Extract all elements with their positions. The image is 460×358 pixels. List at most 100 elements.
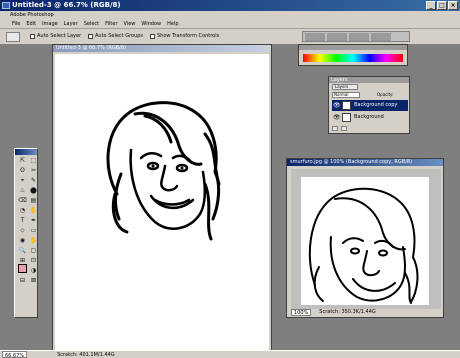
secondary-document-title: smurfuro.jpg @ 100% (Background copy, RG… bbox=[287, 159, 443, 166]
show-transform-controls-label: Show Transform Controls bbox=[157, 33, 220, 39]
hair-left-strand bbox=[113, 172, 123, 221]
palette-well bbox=[302, 31, 410, 42]
tool-button[interactable]: ✋ bbox=[29, 207, 38, 215]
photoshop-app-icon bbox=[2, 2, 10, 9]
tool-button[interactable]: T bbox=[18, 217, 27, 225]
tool-button[interactable]: ⬤ bbox=[29, 187, 38, 195]
caricature-drawing bbox=[106, 101, 221, 241]
new-layer-button[interactable] bbox=[332, 126, 338, 131]
layer-thumbnail bbox=[342, 113, 351, 122]
right-eyebrow bbox=[374, 239, 394, 248]
secondary-doc-size: Scratch: 350.3K/1.44G bbox=[319, 309, 376, 315]
menu-view[interactable]: View bbox=[124, 19, 136, 28]
menu-select[interactable]: Select bbox=[84, 19, 99, 28]
palette-well-tab[interactable] bbox=[371, 33, 391, 41]
auto-select-layer-label: Auto Select Layer bbox=[37, 33, 82, 39]
color-panel bbox=[298, 44, 408, 66]
tool-button[interactable]: ▭ bbox=[29, 227, 38, 235]
left-eyebrow bbox=[139, 152, 163, 160]
tool-button[interactable]: ✎ bbox=[29, 177, 38, 185]
hair-bangs bbox=[143, 114, 173, 144]
tool-button[interactable]: 🔍 bbox=[18, 247, 27, 255]
right-pupil bbox=[180, 166, 184, 170]
eye-icon[interactable]: 👁 bbox=[333, 102, 341, 109]
move-tool-preset-picker[interactable] bbox=[6, 32, 20, 42]
tool-button[interactable]: ʘ bbox=[18, 167, 27, 175]
palette-well-tab[interactable] bbox=[327, 33, 347, 41]
main-document-window: Untitled-3 @ 66.7% (RGB/8) bbox=[52, 44, 272, 358]
tool-button[interactable]: ⇱ bbox=[18, 157, 27, 165]
layer-row[interactable]: 👁 Background bbox=[332, 112, 408, 123]
tool-button[interactable]: ✂ bbox=[29, 167, 38, 175]
hair-left-strand bbox=[313, 266, 324, 302]
tool-button[interactable]: ⊠ bbox=[29, 277, 38, 285]
menu-image[interactable]: Image bbox=[42, 19, 58, 28]
tool-button[interactable]: ⬦ bbox=[18, 227, 27, 235]
tool-button[interactable]: ⌫ bbox=[18, 197, 27, 205]
toolbox: ⇱⬚ʘ✂⌖✎♨⬤⌫▤◔✋T✒⬦▭◉✋🔍▢⊞⊡◐◑⊟⊠ bbox=[14, 148, 38, 318]
palette-well-tab[interactable] bbox=[305, 33, 325, 41]
maximize-button[interactable]: □ bbox=[437, 1, 447, 10]
layer-thumbnail bbox=[342, 101, 351, 110]
show-transform-controls-checkbox[interactable] bbox=[150, 34, 155, 39]
nose bbox=[362, 250, 380, 277]
hair-right-strand bbox=[404, 272, 412, 304]
left-pupil bbox=[151, 164, 155, 168]
secondary-zoom-field[interactable]: 100% bbox=[291, 309, 312, 316]
menu-filter[interactable]: Filter bbox=[105, 19, 117, 28]
blend-mode-select[interactable]: Normal bbox=[332, 92, 360, 98]
tool-button[interactable]: ◉ bbox=[18, 237, 27, 245]
tool-button[interactable]: ✋ bbox=[29, 237, 38, 245]
tool-button[interactable]: ⊡ bbox=[29, 257, 38, 265]
app-title: Adobe Photoshop bbox=[0, 11, 460, 19]
layer-row[interactable]: 👁 Background copy bbox=[332, 100, 408, 111]
zoom-field[interactable]: 66.67% bbox=[2, 351, 28, 358]
menu-file[interactable]: File bbox=[12, 19, 20, 28]
tool-button[interactable]: ▤ bbox=[29, 197, 38, 205]
delete-layer-button[interactable] bbox=[341, 126, 347, 131]
menu-layer[interactable]: Layer bbox=[64, 19, 78, 28]
tool-button[interactable]: ✒ bbox=[29, 217, 38, 225]
tool-button[interactable]: ◔ bbox=[18, 207, 27, 215]
layer-name: Background bbox=[354, 114, 384, 120]
menu-window[interactable]: Window bbox=[141, 19, 161, 28]
tool-button[interactable]: ⌖ bbox=[18, 177, 27, 185]
secondary-canvas[interactable] bbox=[301, 177, 429, 305]
foreground-color-swatch[interactable] bbox=[18, 264, 27, 273]
minimize-button[interactable]: _ bbox=[426, 1, 436, 10]
window-title: Untitled-3 @ 66.7% (RGB/8) bbox=[12, 1, 121, 9]
options-bar: Auto Select Layer Auto Select Groups Sho… bbox=[0, 29, 460, 45]
eye-icon[interactable]: 👁 bbox=[333, 114, 341, 121]
menu-bar: File Edit Image Layer Select Filter View… bbox=[0, 19, 460, 29]
tool-button[interactable]: ◑ bbox=[29, 267, 38, 275]
palette-well-tab[interactable] bbox=[349, 33, 369, 41]
tool-button[interactable]: ⊟ bbox=[18, 277, 27, 285]
window-controls: _ □ × bbox=[426, 1, 458, 10]
layers-tab[interactable]: Layers bbox=[332, 84, 358, 90]
tool-button[interactable]: ♨ bbox=[18, 187, 27, 195]
left-eye bbox=[350, 247, 360, 255]
auto-select-layer-checkbox[interactable] bbox=[30, 34, 35, 39]
auto-select-groups-checkbox[interactable] bbox=[88, 34, 93, 39]
left-eyebrow bbox=[342, 237, 364, 244]
layers-panel-header: Layers bbox=[329, 77, 409, 83]
secondary-document-area bbox=[291, 169, 441, 309]
layers-panel: Layers Layers Normal Opacity: 👁 Backgrou… bbox=[328, 76, 410, 134]
menu-help[interactable]: Help bbox=[167, 19, 178, 28]
main-canvas[interactable] bbox=[55, 54, 269, 357]
caricature-drawing-copy bbox=[308, 187, 419, 304]
tool-button[interactable]: ▢ bbox=[29, 247, 38, 255]
close-button[interactable]: × bbox=[448, 1, 458, 10]
window-title-bar: Untitled-3 @ 66.7% (RGB/8) _ □ × bbox=[0, 0, 460, 11]
auto-select-groups-label: Auto Select Groups bbox=[95, 33, 144, 39]
nose bbox=[160, 164, 179, 192]
color-spectrum-bar[interactable] bbox=[303, 54, 403, 62]
status-info: Scratch: 401.1M/1.44G bbox=[57, 352, 115, 358]
tool-button[interactable]: ⬚ bbox=[29, 157, 38, 165]
document-window-button[interactable] bbox=[264, 46, 269, 51]
color-panel-header bbox=[299, 45, 407, 50]
hair-bangs bbox=[133, 111, 203, 166]
menu-edit[interactable]: Edit bbox=[26, 19, 36, 28]
status-bar: 66.67% Scratch: 401.1M/1.44G bbox=[0, 350, 460, 358]
layer-name: Background copy bbox=[354, 102, 398, 108]
